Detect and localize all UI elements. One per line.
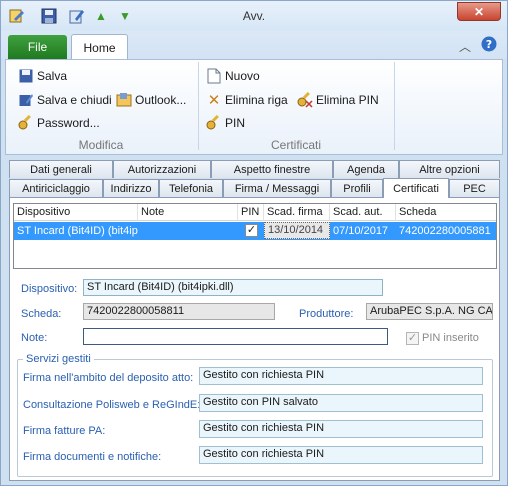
group-label-certificati: Certificati — [270, 138, 321, 152]
save-icon — [18, 68, 34, 84]
pin-inserito-checkbox[interactable]: ✓ — [406, 332, 419, 345]
window-title: Avv. — [242, 9, 266, 23]
tab-home[interactable]: Home — [71, 34, 128, 60]
tab-firma-messaggi[interactable]: Firma / Messaggi — [223, 179, 331, 197]
produttore-field: ArubaPEC S.p.A. NG CA 2 — [366, 303, 493, 320]
group-separator — [394, 62, 395, 150]
collapse-ribbon-icon[interactable]: ︿ — [459, 38, 471, 55]
tab-aspetto-finestre[interactable]: Aspetto finestre — [211, 160, 333, 178]
column-header-note[interactable]: Note — [138, 204, 238, 221]
servizio-label: Firma documenti e notifiche: — [23, 451, 162, 463]
pin-inserito-label: PIN inserito — [422, 332, 479, 344]
tab-certificati[interactable]: Certificati — [383, 178, 449, 198]
elimina-riga-button[interactable]: ✕ Elimina riga — [206, 90, 288, 110]
column-header-scad-aut[interactable]: Scad. aut. — [330, 204, 396, 221]
table-row[interactable]: ST Incard (Bit4ID) (bit4ip ✓ 13/10/2014 … — [14, 222, 496, 240]
salva-chiudi-label: Salva e chiudi — [37, 93, 112, 107]
close-icon: ✕ — [473, 4, 485, 19]
elimina-riga-label: Elimina riga — [225, 93, 288, 107]
column-header-scheda[interactable]: Scheda — [396, 204, 496, 221]
servizio-label: Firma nell'ambito del deposito atto: — [23, 372, 194, 384]
cell-scheda: 742002280005881 — [399, 225, 491, 237]
servizio-label: Consultazione Polisweb e ReGIndE: — [23, 399, 201, 411]
tab-indirizzo[interactable]: Indirizzo — [103, 179, 159, 197]
cell-note — [138, 222, 238, 240]
group-label-modifica: Modifica — [78, 138, 124, 152]
title-bar: ▲ ▼ Avv. ✕ — [1, 1, 507, 31]
servizi-gestiti-legend: Servizi gestiti — [23, 353, 94, 365]
save-close-icon — [18, 92, 34, 108]
group-separator — [198, 62, 199, 150]
cell-scad-firma[interactable]: 13/10/2014 — [264, 222, 330, 239]
outlook-icon — [116, 92, 132, 108]
pin-button[interactable]: PIN — [206, 113, 245, 133]
outlook-button[interactable]: Outlook... — [116, 90, 186, 110]
salva-chiudi-button[interactable]: Salva e chiudi — [18, 90, 112, 110]
delete-x-icon: ✕ — [207, 92, 221, 109]
pin-label: PIN — [225, 116, 246, 130]
servizio-polisweb-field[interactable]: Gestito con PIN salvato — [199, 394, 483, 412]
servizio-deposito-atto-field[interactable]: Gestito con richiesta PIN — [199, 367, 483, 385]
tab-pec[interactable]: PEC — [449, 179, 500, 197]
dispositivo-label: Dispositivo: — [21, 283, 78, 295]
key-icon — [18, 115, 34, 131]
nuovo-label: Nuovo — [225, 69, 260, 83]
scheda-field: 7420022800058811 — [83, 303, 275, 320]
grid-header: Dispositivo Note PIN Scad. firma Scad. a… — [14, 204, 496, 221]
app-window: ▲ ▼ Avv. ✕ File Home ︿ ? Salva Salva e c… — [0, 0, 508, 486]
new-document-icon — [206, 68, 222, 84]
column-header-scad-firma[interactable]: Scad. firma — [264, 204, 330, 221]
tab-altre-opzioni[interactable]: Altre opzioni — [399, 160, 500, 178]
note-label: Note: — [21, 332, 48, 344]
column-header-dispositivo[interactable]: Dispositivo — [14, 204, 138, 221]
outlook-label: Outlook... — [135, 93, 187, 107]
servizio-fatture-pa-field[interactable]: Gestito con richiesta PIN — [199, 420, 483, 438]
help-icon[interactable]: ? — [481, 36, 497, 55]
note-field[interactable] — [83, 328, 388, 345]
ribbon-home: Salva Salva e chiudi Outlook... Password… — [5, 59, 503, 155]
tab-dati-generali[interactable]: Dati generali — [9, 160, 113, 178]
salva-label: Salva — [37, 69, 68, 83]
close-button[interactable]: ✕ — [457, 2, 501, 21]
password-button[interactable]: Password... — [18, 113, 100, 133]
cell-pin-checkbox[interactable]: ✓ — [245, 224, 258, 237]
tab-autorizzazioni[interactable]: Autorizzazioni — [113, 160, 211, 178]
produttore-label: Produttore: — [299, 308, 354, 320]
cell-dispositivo: ST Incard (Bit4ID) (bit4ip — [17, 225, 138, 237]
elimina-pin-button[interactable]: Elimina PIN — [297, 90, 379, 110]
column-header-pin[interactable]: PIN — [238, 204, 264, 221]
tab-agenda[interactable]: Agenda — [333, 160, 399, 178]
nuovo-button[interactable]: Nuovo — [206, 66, 260, 86]
elimina-pin-label: Elimina PIN — [316, 93, 379, 107]
tab-antiriciclaggio[interactable]: Antiriciclaggio — [9, 179, 103, 197]
servizio-label: Firma fatture PA: — [23, 425, 106, 437]
certificates-grid[interactable]: Dispositivo Note PIN Scad. firma Scad. a… — [13, 203, 497, 269]
scheda-label: Scheda: — [21, 308, 62, 320]
servizio-documenti-notifiche-field[interactable]: Gestito con richiesta PIN — [199, 446, 483, 464]
cell-scad-aut: 07/10/2017 — [333, 225, 389, 237]
tab-profili[interactable]: Profili — [331, 179, 383, 197]
tab-file[interactable]: File — [8, 35, 67, 59]
salva-button[interactable]: Salva — [18, 66, 67, 86]
svg-text:?: ? — [486, 38, 492, 51]
delete-key-icon — [297, 92, 313, 108]
password-label: Password... — [37, 116, 100, 130]
key-icon — [206, 115, 222, 131]
ribbon-tab-bar: File Home ︿ ? — [1, 31, 507, 60]
dispositivo-field[interactable]: ST Incard (Bit4ID) (bit4ipki.dll) — [83, 279, 383, 296]
tab-telefonia[interactable]: Telefonia — [159, 179, 223, 197]
